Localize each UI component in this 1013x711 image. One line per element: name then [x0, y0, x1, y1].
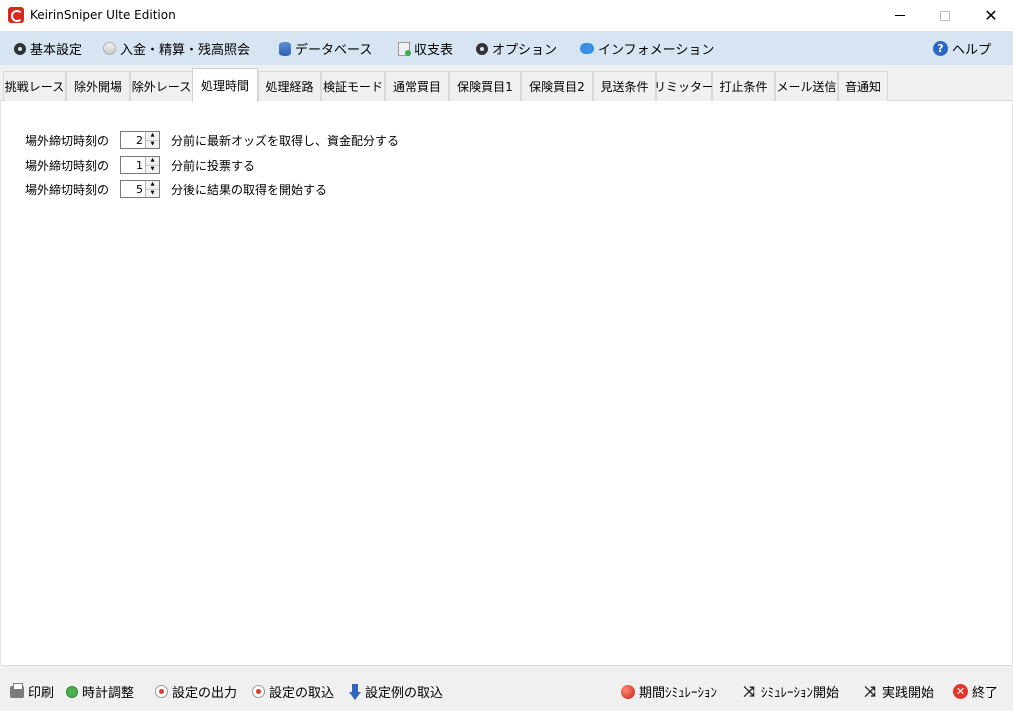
- tab-skip-conditions[interactable]: 見送条件: [593, 71, 656, 101]
- menu-label: ヘルプ: [952, 43, 992, 58]
- bottom-toolbar: 印刷 時計調整 設定の出力 設定の取込 設定例の取込 期間ｼﾐｭﾚｰｼｮﾝ ⤨ …: [0, 665, 1013, 711]
- gear-icon: [14, 42, 26, 55]
- import-settings-button[interactable]: 設定の取込: [252, 682, 334, 701]
- tab-processing-time[interactable]: 処理時間: [192, 68, 258, 102]
- tab-normal-bets[interactable]: 通常買目: [385, 71, 449, 101]
- menu-label: インフォメーション: [598, 43, 715, 58]
- vote-row: 場外締切時刻の 1 ▲ ▼ 分前に投票する: [25, 155, 255, 175]
- arrow-down-icon: [349, 683, 361, 700]
- clock-adjust-button[interactable]: 時計調整: [66, 682, 134, 701]
- record-icon: [252, 685, 265, 698]
- button-label: 実践開始: [882, 686, 935, 701]
- increment-button[interactable]: ▲: [146, 132, 159, 141]
- button-label: 設定の取込: [269, 686, 335, 701]
- tab-excluded-race[interactable]: 除外レース: [130, 71, 193, 101]
- tab-sound-notification[interactable]: 音通知: [838, 71, 888, 101]
- tab-challenge-race[interactable]: 挑戦レース: [3, 71, 66, 101]
- row-suffix: 分前に最新オッズを取得し、資金配分する: [171, 133, 400, 148]
- odds-fetch-minutes-stepper[interactable]: 2 ▲ ▼: [120, 131, 160, 149]
- result-fetch-minutes-stepper[interactable]: 5 ▲ ▼: [120, 180, 160, 198]
- ledger-icon: [398, 41, 411, 56]
- close-icon: ✕: [984, 6, 998, 25]
- button-label: 時計調整: [82, 686, 135, 701]
- vote-minutes-stepper[interactable]: 1 ▲ ▼: [120, 156, 160, 174]
- stepper-value[interactable]: 5: [121, 183, 145, 196]
- menu-help[interactable]: ? ヘルプ: [933, 39, 991, 58]
- menu-basic-settings[interactable]: 基本設定: [14, 39, 82, 58]
- tab-strip: 挑戦レース 除外開場 除外レース 処理時間 処理経路 検証モード 通常買目 保険…: [0, 65, 1013, 102]
- stepper-buttons: ▲ ▼: [145, 181, 159, 197]
- row-label: 場外締切時刻の: [25, 158, 110, 173]
- title-bar: KeirinSniper Ulte Edition ✕: [0, 0, 1013, 31]
- odds-fetch-row: 場外締切時刻の 2 ▲ ▼ 分前に最新オッズを取得し、資金配分する: [25, 130, 399, 150]
- exit-button[interactable]: ✕ 終了: [953, 682, 998, 701]
- maximize-icon: [940, 10, 950, 21]
- period-simulation-button[interactable]: 期間ｼﾐｭﾚｰｼｮﾝ: [621, 682, 717, 701]
- tab-insurance-bets-2[interactable]: 保険買目2: [521, 71, 593, 101]
- menu-label: 基本設定: [30, 43, 83, 58]
- button-label: 終了: [972, 686, 999, 701]
- maximize-button[interactable]: [922, 0, 968, 31]
- stepper-value[interactable]: 2: [121, 134, 145, 147]
- coin-icon: [103, 42, 116, 55]
- print-button[interactable]: 印刷: [10, 682, 54, 701]
- increment-button[interactable]: ▲: [146, 181, 159, 190]
- button-label: 設定例の取込: [365, 686, 444, 701]
- result-fetch-row: 場外締切時刻の 5 ▲ ▼ 分後に結果の取得を開始する: [25, 179, 327, 199]
- menu-income-report[interactable]: 収支表: [398, 39, 453, 58]
- clock-icon: [66, 685, 78, 698]
- tab-mail-send[interactable]: メール送信: [775, 71, 838, 101]
- decrement-button[interactable]: ▼: [146, 189, 159, 197]
- tab-processing-route[interactable]: 処理経路: [258, 71, 321, 101]
- button-label: ｼﾐｭﾚｰｼｮﾝ開始: [761, 686, 840, 701]
- red-ball-icon: [621, 684, 635, 699]
- minimize-button[interactable]: [877, 0, 923, 31]
- tab-limiter[interactable]: リミッター: [654, 71, 714, 101]
- close-button[interactable]: ✕: [968, 0, 1013, 31]
- export-settings-button[interactable]: 設定の出力: [155, 682, 237, 701]
- app-logo-icon: [8, 7, 24, 23]
- shuffle-icon: ⤨: [864, 683, 876, 700]
- shuffle-icon: ⤨: [743, 683, 755, 700]
- menu-options[interactable]: オプション: [476, 39, 557, 58]
- stepper-value[interactable]: 1: [121, 159, 145, 172]
- row-suffix: 分後に結果の取得を開始する: [171, 182, 328, 197]
- tab-insurance-bets-1[interactable]: 保険買目1: [449, 71, 521, 101]
- minimize-icon: [895, 15, 905, 16]
- row-label: 場外締切時刻の: [25, 182, 110, 197]
- gear-icon: [476, 42, 488, 55]
- start-simulation-button[interactable]: ⤨ ｼﾐｭﾚｰｼｮﾝ開始: [741, 682, 840, 702]
- tab-stop-conditions[interactable]: 打止条件: [712, 71, 775, 101]
- tab-excluded-venue[interactable]: 除外開場: [66, 71, 130, 101]
- row-label: 場外締切時刻の: [25, 133, 110, 148]
- database-icon: [279, 41, 291, 56]
- menu-label: オプション: [492, 43, 558, 58]
- help-icon: ?: [933, 41, 948, 56]
- exit-icon: ✕: [953, 684, 968, 699]
- start-live-button[interactable]: ⤨ 実践開始: [862, 682, 935, 702]
- stepper-buttons: ▲ ▼: [145, 132, 159, 148]
- menu-deposit-balance[interactable]: 入金・精算・残高照会: [103, 39, 250, 58]
- import-sample-settings-button[interactable]: 設定例の取込: [349, 682, 443, 701]
- button-label: 期間ｼﾐｭﾚｰｼｮﾝ: [639, 686, 718, 701]
- menu-bar: 基本設定 入金・精算・残高照会 データベース 収支表 オプション インフォメーシ…: [0, 31, 1013, 65]
- decrement-button[interactable]: ▼: [146, 140, 159, 148]
- menu-label: データベース: [295, 43, 373, 58]
- menu-database[interactable]: データベース: [279, 39, 372, 58]
- button-label: 印刷: [28, 686, 55, 701]
- window-title: KeirinSniper Ulte Edition: [30, 8, 176, 22]
- menu-label: 収支表: [414, 43, 454, 58]
- button-label: 設定の出力: [172, 686, 238, 701]
- stepper-buttons: ▲ ▼: [145, 157, 159, 173]
- tab-verification-mode[interactable]: 検証モード: [321, 71, 385, 101]
- menu-information[interactable]: インフォメーション: [580, 39, 714, 58]
- decrement-button[interactable]: ▼: [146, 165, 159, 173]
- printer-icon: [10, 682, 24, 698]
- row-suffix: 分前に投票する: [171, 158, 256, 173]
- record-icon: [155, 685, 168, 698]
- increment-button[interactable]: ▲: [146, 157, 159, 166]
- processing-time-panel: 場外締切時刻の 2 ▲ ▼ 分前に最新オッズを取得し、資金配分する 場外締切時刻…: [0, 101, 1013, 665]
- chat-bubble-icon: [580, 43, 594, 54]
- menu-label: 入金・精算・残高照会: [120, 43, 251, 58]
